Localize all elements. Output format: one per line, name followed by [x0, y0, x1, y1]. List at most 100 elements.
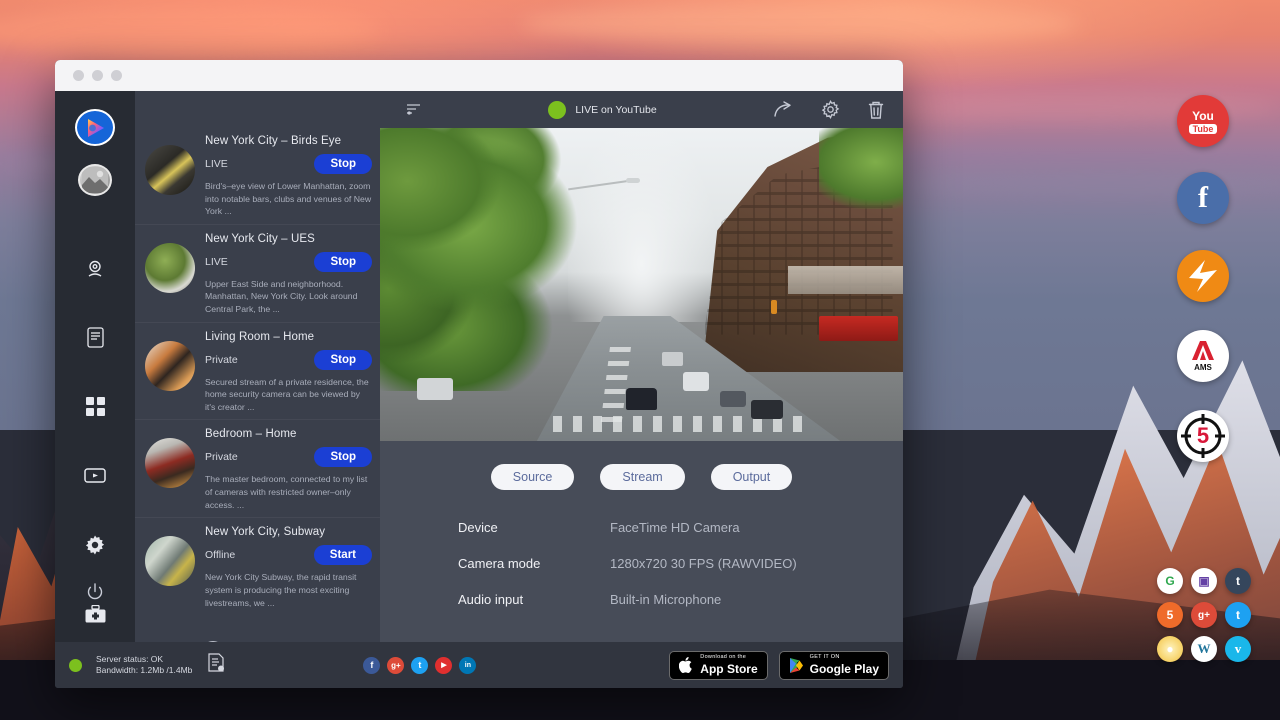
car	[683, 372, 709, 391]
desktop-icon-sun-app[interactable]: ●	[1157, 636, 1183, 662]
desktop-icon-youtube[interactable]: You Tube	[1177, 95, 1229, 147]
user-avatar[interactable]	[78, 164, 112, 196]
camera-action-button[interactable]: Stop	[314, 252, 372, 272]
live-status: LIVE on YouTube	[444, 101, 761, 119]
desktop-icon-flash-5[interactable]: 5	[1157, 602, 1183, 628]
avatar-icon	[82, 167, 108, 193]
twitter-icon[interactable]: t	[411, 657, 428, 674]
camera-list-item[interactable]: Living Room – Home Private Stop Secured …	[135, 323, 380, 421]
bandwidth-line: Bandwidth: 1.2Mb /1.4Mb	[96, 665, 192, 676]
app-store-badge[interactable]: Download on the App Store	[669, 651, 767, 680]
gear-icon	[85, 535, 105, 555]
info-key: Camera mode	[458, 556, 610, 571]
app-logo[interactable]	[75, 109, 115, 146]
camera-title: Bedroom – Home	[205, 428, 372, 440]
desktop-icon-google[interactable]: G	[1157, 568, 1183, 594]
flash-5-label: 5	[1197, 423, 1209, 449]
lightning-bolt-icon	[1183, 256, 1223, 296]
car	[751, 400, 782, 419]
webcam-icon	[85, 259, 105, 279]
sidebar-rail	[55, 91, 135, 642]
window-minimize-button[interactable]	[92, 70, 103, 81]
camera-title: New York City – UES	[205, 233, 372, 245]
car	[626, 388, 657, 410]
server-status-text: Server status: OK Bandwidth: 1.2Mb /1.4M…	[96, 654, 192, 677]
main-toolbar: LIVE on YouTube	[380, 91, 903, 128]
camera-description: Upper East Side and neighborhood. Manhat…	[205, 278, 372, 316]
google-plus-icon[interactable]: g+	[387, 657, 404, 674]
video-preview[interactable]	[380, 128, 903, 441]
desktop-icon-facebook[interactable]: f	[1177, 172, 1229, 224]
desktop-icon-flash-media-server-5[interactable]: 5	[1177, 410, 1229, 462]
tab-source[interactable]: Source	[491, 464, 575, 490]
facebook-icon[interactable]: f	[363, 657, 380, 674]
red-awning	[819, 316, 897, 341]
google-play-small-label: GET IT ON	[810, 655, 879, 661]
tab-output[interactable]: Output	[711, 464, 793, 490]
streetlight-head	[626, 178, 640, 183]
desktop-icon-adobe-ams[interactable]: AMS	[1177, 330, 1229, 382]
tab-stream[interactable]: Stream	[600, 464, 684, 490]
camera-action-button[interactable]: Stop	[314, 447, 372, 467]
camera-action-button[interactable]: Stop	[314, 350, 372, 370]
desktop-icon-twitch[interactable]: ▣	[1191, 568, 1217, 594]
power-icon	[86, 583, 104, 601]
camera-description: Secured stream of a private residence, t…	[205, 376, 372, 414]
sidebar-item-mobile[interactable]	[75, 319, 115, 356]
sidebar-item-power[interactable]	[75, 572, 115, 612]
camera-list-item[interactable]: New York City, Subway Offline Start New …	[135, 518, 380, 615]
camera-list-item[interactable]: Bedroom – Home Private Stop The master b…	[135, 420, 380, 518]
ams-label: AMS	[1194, 363, 1212, 372]
grid-apps-icon	[86, 397, 105, 416]
car	[417, 378, 454, 400]
google-play-big-label: Google Play	[810, 663, 879, 675]
camera-state: LIVE	[205, 256, 228, 268]
camera-state: Offline	[205, 549, 235, 561]
camera-thumbnail	[145, 341, 195, 391]
live-status-dot	[548, 101, 566, 119]
google-play-icon	[789, 657, 804, 674]
info-value: 1280x720 30 FPS (RAWVIDEO)	[610, 556, 797, 571]
desktop-icon-wordpress[interactable]: W	[1191, 636, 1217, 662]
sidebar-item-settings[interactable]	[75, 526, 115, 563]
sidebar-item-apps[interactable]	[75, 388, 115, 425]
window-close-button[interactable]	[73, 70, 84, 81]
camera-list-item[interactable]: New York City – UES LIVE Stop Upper East…	[135, 225, 380, 323]
status-footer: Server status: OK Bandwidth: 1.2Mb /1.4M…	[55, 642, 903, 688]
camera-thumbnail	[145, 536, 195, 586]
camera-thumbnail	[145, 438, 195, 488]
info-row-device: Device FaceTime HD Camera	[458, 520, 903, 535]
camera-title: New York City – Birds Eye	[205, 135, 372, 147]
desktop-icon-tumblr[interactable]: t	[1225, 568, 1251, 594]
desktop-icon-twitter[interactable]: t	[1225, 602, 1251, 628]
google-play-badge[interactable]: GET IT ON Google Play	[779, 651, 889, 680]
camera-thumbnail	[145, 243, 195, 293]
tree-top-right	[819, 128, 903, 209]
mobile-device-icon	[87, 327, 104, 348]
camera-action-button[interactable]: Start	[314, 545, 372, 565]
trees-left	[380, 128, 605, 391]
window-zoom-button[interactable]	[111, 70, 122, 81]
camera-list-item[interactable]: New York City – Birds Eye LIVE Stop Bird…	[135, 127, 380, 225]
sidebar-item-webcam[interactable]	[75, 250, 115, 287]
desktop-icon-google-plus[interactable]: g+	[1191, 602, 1217, 628]
video-screen-icon	[84, 467, 106, 484]
sort-filter-button[interactable]	[403, 99, 425, 121]
info-row-camera-mode: Camera mode 1280x720 30 FPS (RAWVIDEO)	[458, 556, 903, 571]
youtube-icon[interactable]: ▶	[435, 657, 452, 674]
linkedin-icon[interactable]: in	[459, 657, 476, 674]
building-cornice	[788, 266, 903, 294]
document-log-icon	[208, 653, 225, 672]
log-button[interactable]	[208, 653, 225, 677]
facebook-glyph: f	[1198, 181, 1208, 215]
camera-action-button[interactable]: Stop	[314, 154, 372, 174]
delete-button[interactable]	[863, 97, 889, 123]
desktop-icon-wowza[interactable]	[1177, 250, 1229, 302]
desktop-icon-vimeo[interactable]: v	[1225, 636, 1251, 662]
camera-state: LIVE	[205, 158, 228, 170]
share-button[interactable]	[771, 97, 797, 123]
server-status-dot	[69, 659, 82, 672]
sidebar-item-broadcast[interactable]	[75, 457, 115, 494]
settings-button[interactable]	[817, 97, 843, 123]
live-status-label: LIVE on YouTube	[575, 104, 656, 116]
